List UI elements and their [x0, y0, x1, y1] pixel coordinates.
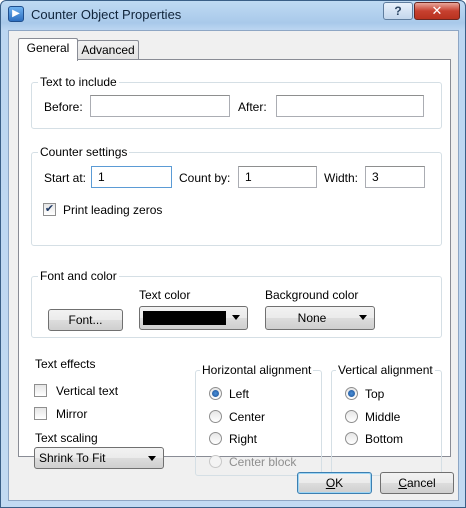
align-center-radio[interactable]	[209, 410, 222, 423]
close-button[interactable]: ✕	[414, 2, 460, 20]
font-and-color-group: Font and color Font... Text color Backgr…	[31, 269, 442, 338]
valign-top-label: Top	[365, 387, 385, 401]
text-color-dropdown[interactable]	[139, 306, 248, 330]
width-label: Width:	[324, 171, 359, 185]
cancel-label-rest: ancel	[406, 476, 436, 490]
align-right-radio[interactable]	[209, 432, 222, 445]
start-at-input[interactable]: 1	[91, 166, 172, 188]
text-color-swatch	[143, 311, 226, 325]
font-button[interactable]: Font...	[48, 309, 123, 331]
mirror-label: Mirror	[56, 407, 88, 421]
help-button[interactable]: ?	[383, 2, 413, 20]
background-color-label: Background color	[265, 288, 359, 302]
chevron-down-icon	[359, 315, 367, 320]
tab-general[interactable]: General	[18, 38, 78, 61]
horizontal-alignment-group: Horizontal alignment Left Center Right C…	[195, 363, 322, 476]
dialog-client-area: General Advanced Text to include Before:…	[8, 30, 459, 501]
align-center-block-label: Center block	[229, 455, 297, 469]
cancel-button[interactable]: Cancel	[380, 472, 454, 494]
valign-bottom-label: Bottom	[365, 432, 404, 446]
valign-middle-radio[interactable]	[345, 410, 358, 423]
mirror-checkbox[interactable]	[34, 407, 47, 420]
print-leading-zeros-label: Print leading zeros	[63, 203, 163, 217]
background-color-dropdown[interactable]: None	[265, 306, 375, 330]
tab-panel-general: Text to include Before: After: Counter s…	[18, 59, 451, 476]
chevron-down-icon	[148, 456, 156, 461]
ok-mnemonic: O	[325, 476, 336, 490]
horizontal-alignment-legend: Horizontal alignment	[200, 363, 314, 377]
vertical-alignment-group: Vertical alignment Top Middle Bottom	[331, 363, 442, 476]
dialog-window: ▶ Counter Object Properties ? ✕ General …	[0, 0, 466, 508]
text-to-include-legend: Text to include	[38, 75, 119, 89]
app-icon: ▶	[8, 6, 24, 22]
background-color-value: None	[297, 311, 327, 325]
text-effects-legend: Text effects	[33, 357, 98, 371]
align-center-block-radio	[209, 455, 222, 468]
vertical-alignment-legend: Vertical alignment	[336, 363, 435, 377]
after-label: After:	[238, 100, 267, 114]
count-by-input[interactable]: 1	[238, 166, 317, 188]
print-leading-zeros-checkbox[interactable]: ✔	[43, 203, 56, 216]
after-input[interactable]	[276, 95, 424, 117]
ok-button[interactable]: OK	[297, 472, 372, 494]
text-scaling-dropdown[interactable]: Shrink To Fit	[34, 447, 164, 469]
valign-bottom-radio[interactable]	[345, 432, 358, 445]
window-title: Counter Object Properties	[31, 7, 182, 22]
vertical-text-checkbox[interactable]	[34, 384, 47, 397]
chevron-down-icon	[232, 315, 240, 320]
align-left-radio[interactable]	[209, 387, 222, 400]
width-input[interactable]: 3	[365, 166, 425, 188]
text-color-label: Text color	[139, 288, 191, 302]
valign-top-radio[interactable]	[345, 387, 358, 400]
before-label: Before:	[44, 100, 83, 114]
tab-advanced[interactable]: Advanced	[77, 40, 139, 60]
ok-label-rest: K	[335, 476, 344, 490]
text-scaling-label: Text scaling	[35, 431, 98, 445]
checkmark-icon: ✔	[44, 203, 55, 215]
align-left-label: Left	[229, 387, 250, 401]
start-at-label: Start at:	[44, 171, 87, 185]
text-scaling-value: Shrink To Fit	[39, 451, 106, 465]
vertical-text-label: Vertical text	[56, 384, 119, 398]
text-effects-group: Text effects Vertical text Mirror Text s…	[31, 357, 190, 476]
font-and-color-legend: Font and color	[38, 269, 119, 283]
valign-middle-label: Middle	[365, 410, 401, 424]
before-input[interactable]	[90, 95, 230, 117]
count-by-label: Count by:	[179, 171, 231, 185]
counter-settings-group: Counter settings Start at: 1 Count by: 1…	[31, 145, 442, 246]
align-center-label: Center	[229, 410, 266, 424]
text-to-include-group: Text to include Before: After:	[31, 75, 442, 129]
close-icon: ✕	[431, 3, 443, 18]
cancel-mnemonic: C	[398, 476, 407, 490]
counter-settings-legend: Counter settings	[38, 145, 130, 159]
align-right-label: Right	[229, 432, 258, 446]
